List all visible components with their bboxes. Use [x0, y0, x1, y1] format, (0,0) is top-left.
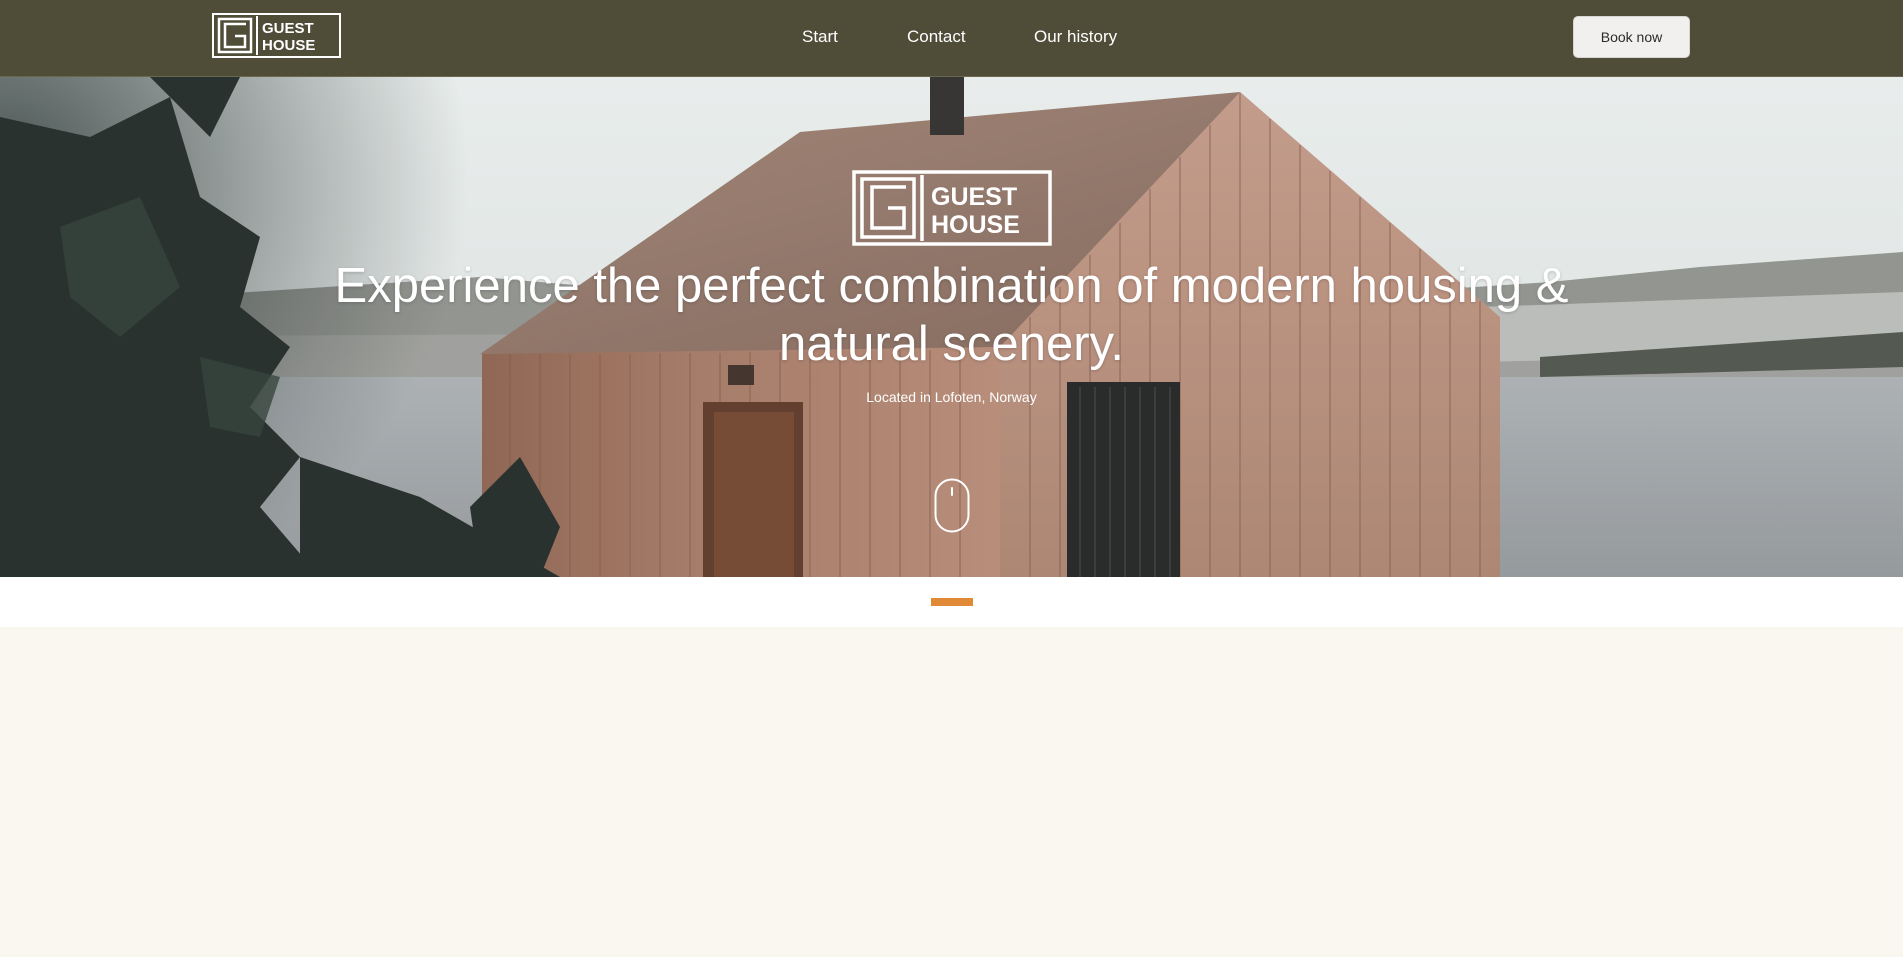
page-content [0, 627, 1903, 957]
hero-title: Experience the perfect combination of mo… [334, 259, 1569, 371]
section-divider [0, 577, 1903, 627]
accent-bar [931, 598, 973, 606]
mouse-scroll-icon[interactable] [934, 478, 970, 533]
nav-link-our-history[interactable]: Our history [1034, 26, 1117, 48]
hero-guest-house-logo: GUEST HOUSE [852, 170, 1052, 246]
book-now-button[interactable]: Book now [1573, 16, 1690, 58]
hero-subtitle: Located in Lofoten, Norway [866, 389, 1037, 405]
hero-logo-word-1: GUEST [931, 183, 1017, 211]
top-navbar: GUEST HOUSE Start Contact Our history Bo… [0, 0, 1903, 77]
hero-section: GUEST HOUSE Experience the perfect combi… [0, 77, 1903, 577]
nav-link-start[interactable]: Start [802, 26, 838, 48]
hero-logo-word-2: HOUSE [931, 211, 1020, 239]
nav-link-contact[interactable]: Contact [907, 26, 966, 48]
